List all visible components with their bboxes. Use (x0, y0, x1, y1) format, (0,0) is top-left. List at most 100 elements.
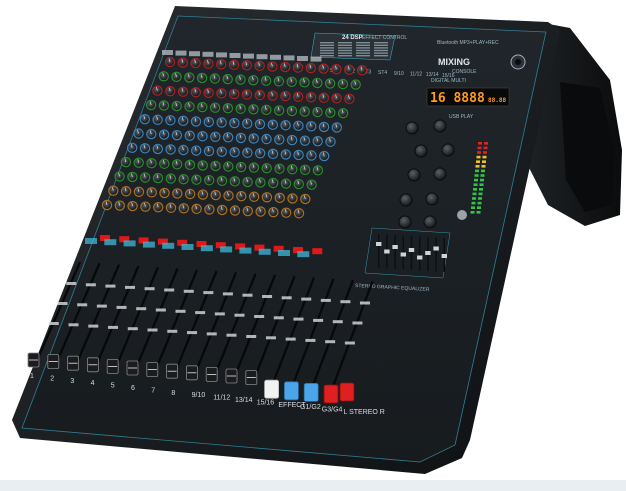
channel-label: 6 (131, 385, 135, 392)
fader-scale (48, 322, 59, 325)
fx-preset-line (356, 52, 370, 54)
channel-label: 11/12 (213, 395, 230, 402)
fader-scale (242, 293, 253, 297)
fader-scale (68, 323, 79, 327)
top-label: ST4 (378, 70, 387, 76)
master-knob[interactable] (399, 193, 413, 207)
channel-top-tag (202, 51, 214, 57)
top-label: 9/10 (394, 71, 404, 77)
meter-led (473, 188, 477, 191)
fader-scale (214, 312, 225, 316)
fader-scale (164, 288, 175, 292)
meter-led (481, 165, 486, 168)
fader-cap[interactable] (264, 379, 280, 399)
channel-select-arrow[interactable] (181, 244, 194, 250)
knob[interactable] (122, 187, 131, 196)
channel-label: G1/G2 (300, 404, 321, 411)
knob[interactable] (307, 122, 316, 131)
channel-select-arrow[interactable] (123, 240, 136, 247)
eq-slider-knob[interactable] (392, 245, 398, 249)
usb-label: USB PLAY (449, 114, 474, 120)
fx-preset-line (356, 44, 370, 46)
fader-scale (88, 324, 99, 328)
meter-led (475, 169, 479, 173)
master-knob[interactable] (441, 143, 455, 157)
meter-led (476, 155, 481, 159)
fader-scale (66, 282, 77, 285)
channel-select-arrow[interactable] (278, 250, 290, 256)
knob[interactable] (249, 134, 258, 143)
master-knob[interactable] (433, 119, 447, 133)
knob[interactable] (178, 58, 187, 67)
meter-led (480, 174, 485, 177)
eq-slider-knob[interactable] (417, 255, 423, 260)
top-label: 11/12 (410, 72, 422, 78)
fx-preset-line (338, 49, 352, 52)
fx-preset-line (374, 44, 388, 46)
channel-top-tag (243, 53, 254, 59)
fader-scale (332, 320, 343, 324)
master-knob[interactable] (414, 144, 428, 158)
channel-top-tag (256, 54, 268, 60)
meter-led (481, 169, 485, 173)
fader-cap[interactable] (323, 384, 339, 404)
master-knob[interactable] (425, 192, 439, 206)
fader-cap[interactable] (303, 382, 319, 402)
mute-button[interactable] (312, 248, 323, 255)
eq-slider-knob[interactable] (400, 252, 406, 257)
channel-select-arrow[interactable] (239, 247, 252, 254)
eq-slider-knob[interactable] (425, 251, 431, 255)
channel-top-tag (270, 54, 281, 60)
eq-slider-knob[interactable] (433, 246, 439, 251)
channel-select-arrow[interactable] (220, 246, 233, 253)
lcd-small: 88.88 (488, 97, 506, 104)
fader-scale (167, 329, 178, 333)
master-knob[interactable] (423, 215, 437, 229)
fader-cap[interactable] (283, 381, 299, 401)
channel-select-arrow[interactable] (142, 241, 155, 248)
channel-top-tag (283, 55, 295, 61)
eq-slider-knob[interactable] (408, 248, 415, 252)
fader-scale (116, 305, 127, 309)
fader-scale (320, 298, 331, 302)
meter-led (471, 206, 475, 209)
meter-led (476, 211, 481, 214)
channel-select-arrow[interactable] (297, 251, 310, 258)
fx-preset-line (338, 52, 352, 54)
fader-scale (344, 341, 355, 345)
fader-scale (144, 287, 155, 291)
fader-scale (293, 317, 304, 321)
eq-slider-track (419, 236, 421, 271)
fader-scale (195, 311, 206, 315)
fader-scale (108, 325, 119, 329)
fader-scale (125, 285, 136, 289)
channel-label: 15/16 (257, 399, 275, 406)
eq-slider-track (394, 235, 396, 269)
fader-scale (325, 340, 336, 344)
channel-select-arrow[interactable] (104, 239, 117, 246)
master-knob[interactable] (398, 215, 412, 229)
channel-top-tag (175, 50, 187, 56)
eq-slider-knob[interactable] (384, 249, 390, 254)
meter-led (470, 211, 475, 214)
channel-select-arrow[interactable] (162, 242, 175, 249)
eq-slider-knob[interactable] (376, 242, 382, 246)
channel-select-arrow[interactable] (85, 238, 97, 244)
headphone-jack[interactable] (457, 210, 467, 220)
meter-led (479, 188, 483, 191)
master-knob[interactable] (405, 121, 419, 135)
fader-scale (96, 304, 107, 308)
eq-slider-knob[interactable] (441, 254, 447, 258)
fx-preset-line (356, 42, 370, 44)
channel-select-arrow[interactable] (200, 245, 213, 252)
fader-scale (57, 302, 68, 305)
fader-cap[interactable] (339, 382, 355, 402)
channel-label: 9/10 (192, 392, 206, 399)
fx-preset-line (374, 52, 388, 54)
master-knob[interactable] (433, 167, 447, 181)
channel-select-arrow[interactable] (258, 248, 271, 255)
channel-top-tag (310, 56, 322, 62)
brand-line-2: CONSOLE (452, 69, 477, 75)
top-label: 15/16 (442, 73, 455, 79)
master-knob[interactable] (407, 168, 421, 182)
